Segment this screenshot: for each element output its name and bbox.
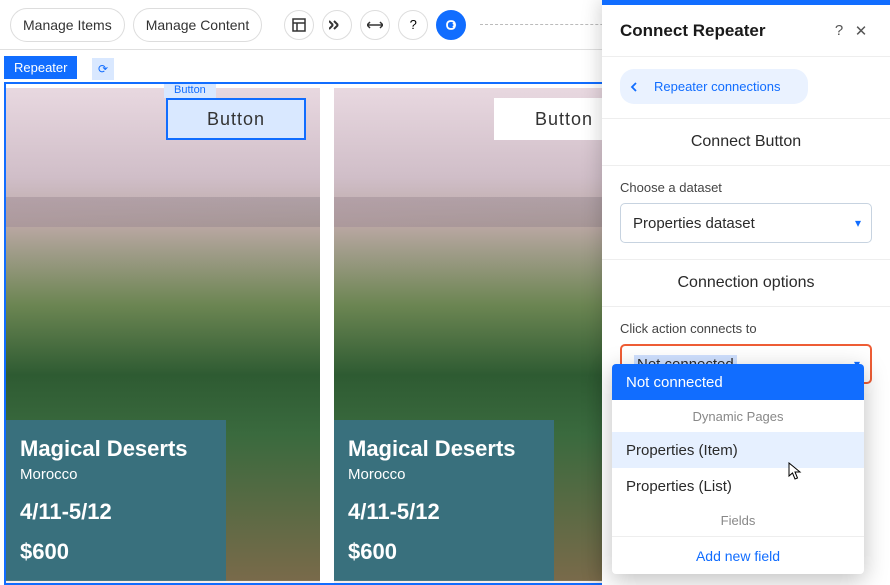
button-tag[interactable]: Button	[164, 82, 216, 98]
card-location: Morocco	[348, 466, 540, 483]
card-price: $600	[348, 539, 540, 565]
repeater-item[interactable]: Button Magical Deserts Morocco 4/11-5/12…	[334, 88, 648, 583]
dataset-select[interactable]: Properties dataset ▾	[620, 203, 872, 243]
click-action-dropdown: Not connected Dynamic Pages Properties (…	[612, 364, 864, 574]
stretch-icon[interactable]	[360, 10, 390, 40]
card-title: Magical Deserts	[20, 436, 212, 462]
back-link[interactable]: Repeater connections	[620, 69, 808, 104]
animation-icon[interactable]	[322, 10, 352, 40]
dropdown-option-properties-list[interactable]: Properties (List)	[612, 468, 864, 504]
help-icon[interactable]: ?	[398, 10, 428, 40]
close-icon[interactable]: ✕	[850, 22, 872, 40]
card-info: Magical Deserts Morocco 4/11-5/12 $600	[6, 420, 226, 583]
card-price: $600	[20, 539, 212, 565]
card-info: Magical Deserts Morocco 4/11-5/12 $600	[334, 420, 554, 583]
section-connection-options: Connection options	[602, 259, 890, 307]
dataset-label: Choose a dataset	[620, 180, 872, 195]
repeater-row-2: Button Button	[6, 567, 648, 585]
panel-header: Connect Repeater ? ✕	[602, 5, 890, 57]
connect-data-icon[interactable]	[436, 10, 466, 40]
repeater-data-icon[interactable]: ⟳	[92, 58, 114, 80]
dropdown-group-dynamic-pages: Dynamic Pages	[612, 400, 864, 432]
manage-items-button[interactable]: Manage Items	[10, 8, 125, 42]
repeater-item[interactable]: Button Magical Deserts Morocco 4/11-5/12…	[6, 88, 320, 583]
repeater-item[interactable]: Button	[334, 581, 648, 585]
panel-back-row: Repeater connections	[602, 57, 890, 118]
chevron-left-icon	[630, 82, 638, 92]
dropdown-option-not-connected[interactable]: Not connected	[612, 364, 864, 400]
card-dates: 4/11-5/12	[20, 499, 212, 525]
manage-content-button[interactable]: Manage Content	[133, 8, 263, 42]
back-link-label: Repeater connections	[644, 74, 794, 99]
add-new-field-link[interactable]: Add new field	[612, 536, 864, 574]
card-location: Morocco	[20, 466, 212, 483]
dataset-value: Properties dataset	[633, 215, 755, 232]
card-title: Magical Deserts	[348, 436, 540, 462]
card-button-selected[interactable]: Button	[166, 98, 306, 140]
chevron-down-icon: ▾	[855, 216, 861, 230]
repeater-tag[interactable]: Repeater	[4, 56, 77, 79]
dropdown-option-properties-item[interactable]: Properties (Item)	[612, 432, 864, 468]
layout-icon[interactable]	[284, 10, 314, 40]
dropdown-group-fields: Fields	[612, 504, 864, 536]
panel-help-icon[interactable]: ?	[828, 22, 850, 39]
repeater-item[interactable]: Button	[6, 581, 320, 585]
click-action-label: Click action connects to	[620, 321, 872, 336]
dataset-field: Choose a dataset Properties dataset ▾	[602, 166, 890, 259]
card-dates: 4/11-5/12	[348, 499, 540, 525]
panel-title: Connect Repeater	[620, 21, 828, 41]
section-connect-button: Connect Button	[602, 118, 890, 166]
